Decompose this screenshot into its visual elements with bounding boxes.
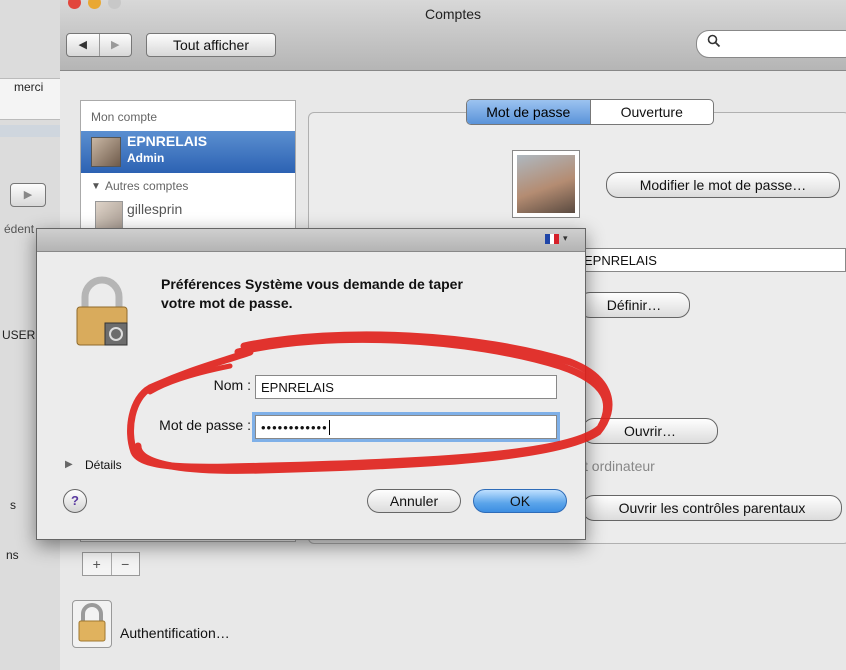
text-cursor (328, 420, 330, 435)
background-window-text: s (10, 498, 16, 512)
navigation-segmented-control: ◀ ▶ (66, 33, 132, 57)
other-accounts-header: Autres comptes (105, 179, 189, 193)
help-button[interactable]: ? (63, 489, 87, 513)
open-parental-controls-button[interactable]: Ouvrir les contrôles parentaux (582, 495, 842, 521)
add-remove-control: + − (82, 552, 140, 576)
chevron-down-icon[interactable]: ▾ (563, 233, 568, 244)
avatar (91, 137, 121, 167)
details-label[interactable]: Détails (85, 458, 122, 472)
background-window-text: merci (14, 80, 44, 94)
tab-login-items[interactable]: Ouverture (591, 100, 714, 124)
detail-tabs: Mot de passe Ouverture (466, 99, 714, 125)
title-bar: Comptes ◀ ▶ Tout afficher (60, 0, 846, 71)
avatar (95, 201, 123, 229)
name-label: Nom : (213, 377, 251, 393)
avatar (517, 155, 575, 213)
password-label: Mot de passe : (159, 417, 251, 433)
authentication-label[interactable]: Authentification… (120, 625, 230, 641)
tab-password[interactable]: Mot de passe (467, 100, 591, 124)
background-window-row-highlight (0, 125, 60, 137)
lock-icon[interactable] (72, 600, 112, 648)
account-name: gillesprin (127, 201, 183, 217)
back-arrow-icon[interactable]: ◀ (67, 34, 100, 56)
change-password-button[interactable]: Modifier le mot de passe… (606, 172, 840, 198)
background-window-text: édent (4, 222, 35, 236)
background-window-text: USER (2, 328, 36, 342)
padlock-icon (69, 275, 135, 347)
password-dialog: ▾ Préférences Système vous demande de ta… (36, 228, 586, 540)
remove-account-button[interactable]: − (112, 553, 140, 575)
search-field[interactable] (696, 30, 846, 58)
window-title: Comptes (424, 6, 482, 22)
ok-button[interactable]: OK (473, 489, 567, 513)
my-account-header: Mon compte (91, 110, 158, 124)
open-button[interactable]: Ouvrir… (582, 418, 718, 444)
dialog-message: Préférences Système vous demande de tape… (161, 275, 561, 313)
account-picture[interactable] (512, 150, 580, 218)
computer-text: t ordinateur (584, 458, 655, 474)
name-field[interactable]: EPNRELAIS (255, 375, 557, 399)
define-button[interactable]: Définir… (578, 292, 690, 318)
full-name-field[interactable]: EPNRELAIS (578, 248, 846, 272)
selected-account-row[interactable]: EPNRELAIS Admin (81, 131, 295, 173)
background-window-text: ns (6, 548, 19, 562)
disclosure-triangle-icon[interactable]: ▼ (91, 181, 101, 192)
search-icon (707, 34, 721, 52)
account-role: Admin (127, 151, 165, 165)
french-flag-icon[interactable] (545, 234, 560, 244)
password-field[interactable]: •••••••••••• (255, 415, 557, 439)
background-forward-button: ▶ (10, 183, 46, 207)
details-disclosure-icon[interactable]: ▶ (65, 459, 73, 470)
show-all-button[interactable]: Tout afficher (146, 33, 276, 57)
dialog-message-line: votre mot de passe. (161, 295, 293, 311)
add-account-button[interactable]: + (83, 553, 112, 575)
forward-arrow-icon[interactable]: ▶ (100, 34, 132, 56)
dialog-title-bar: ▾ (37, 229, 585, 252)
password-mask: •••••••••••• (261, 420, 328, 435)
cancel-button[interactable]: Annuler (367, 489, 461, 513)
dialog-message-line: Préférences Système vous demande de tape… (161, 276, 463, 292)
account-name: EPNRELAIS (127, 133, 208, 149)
